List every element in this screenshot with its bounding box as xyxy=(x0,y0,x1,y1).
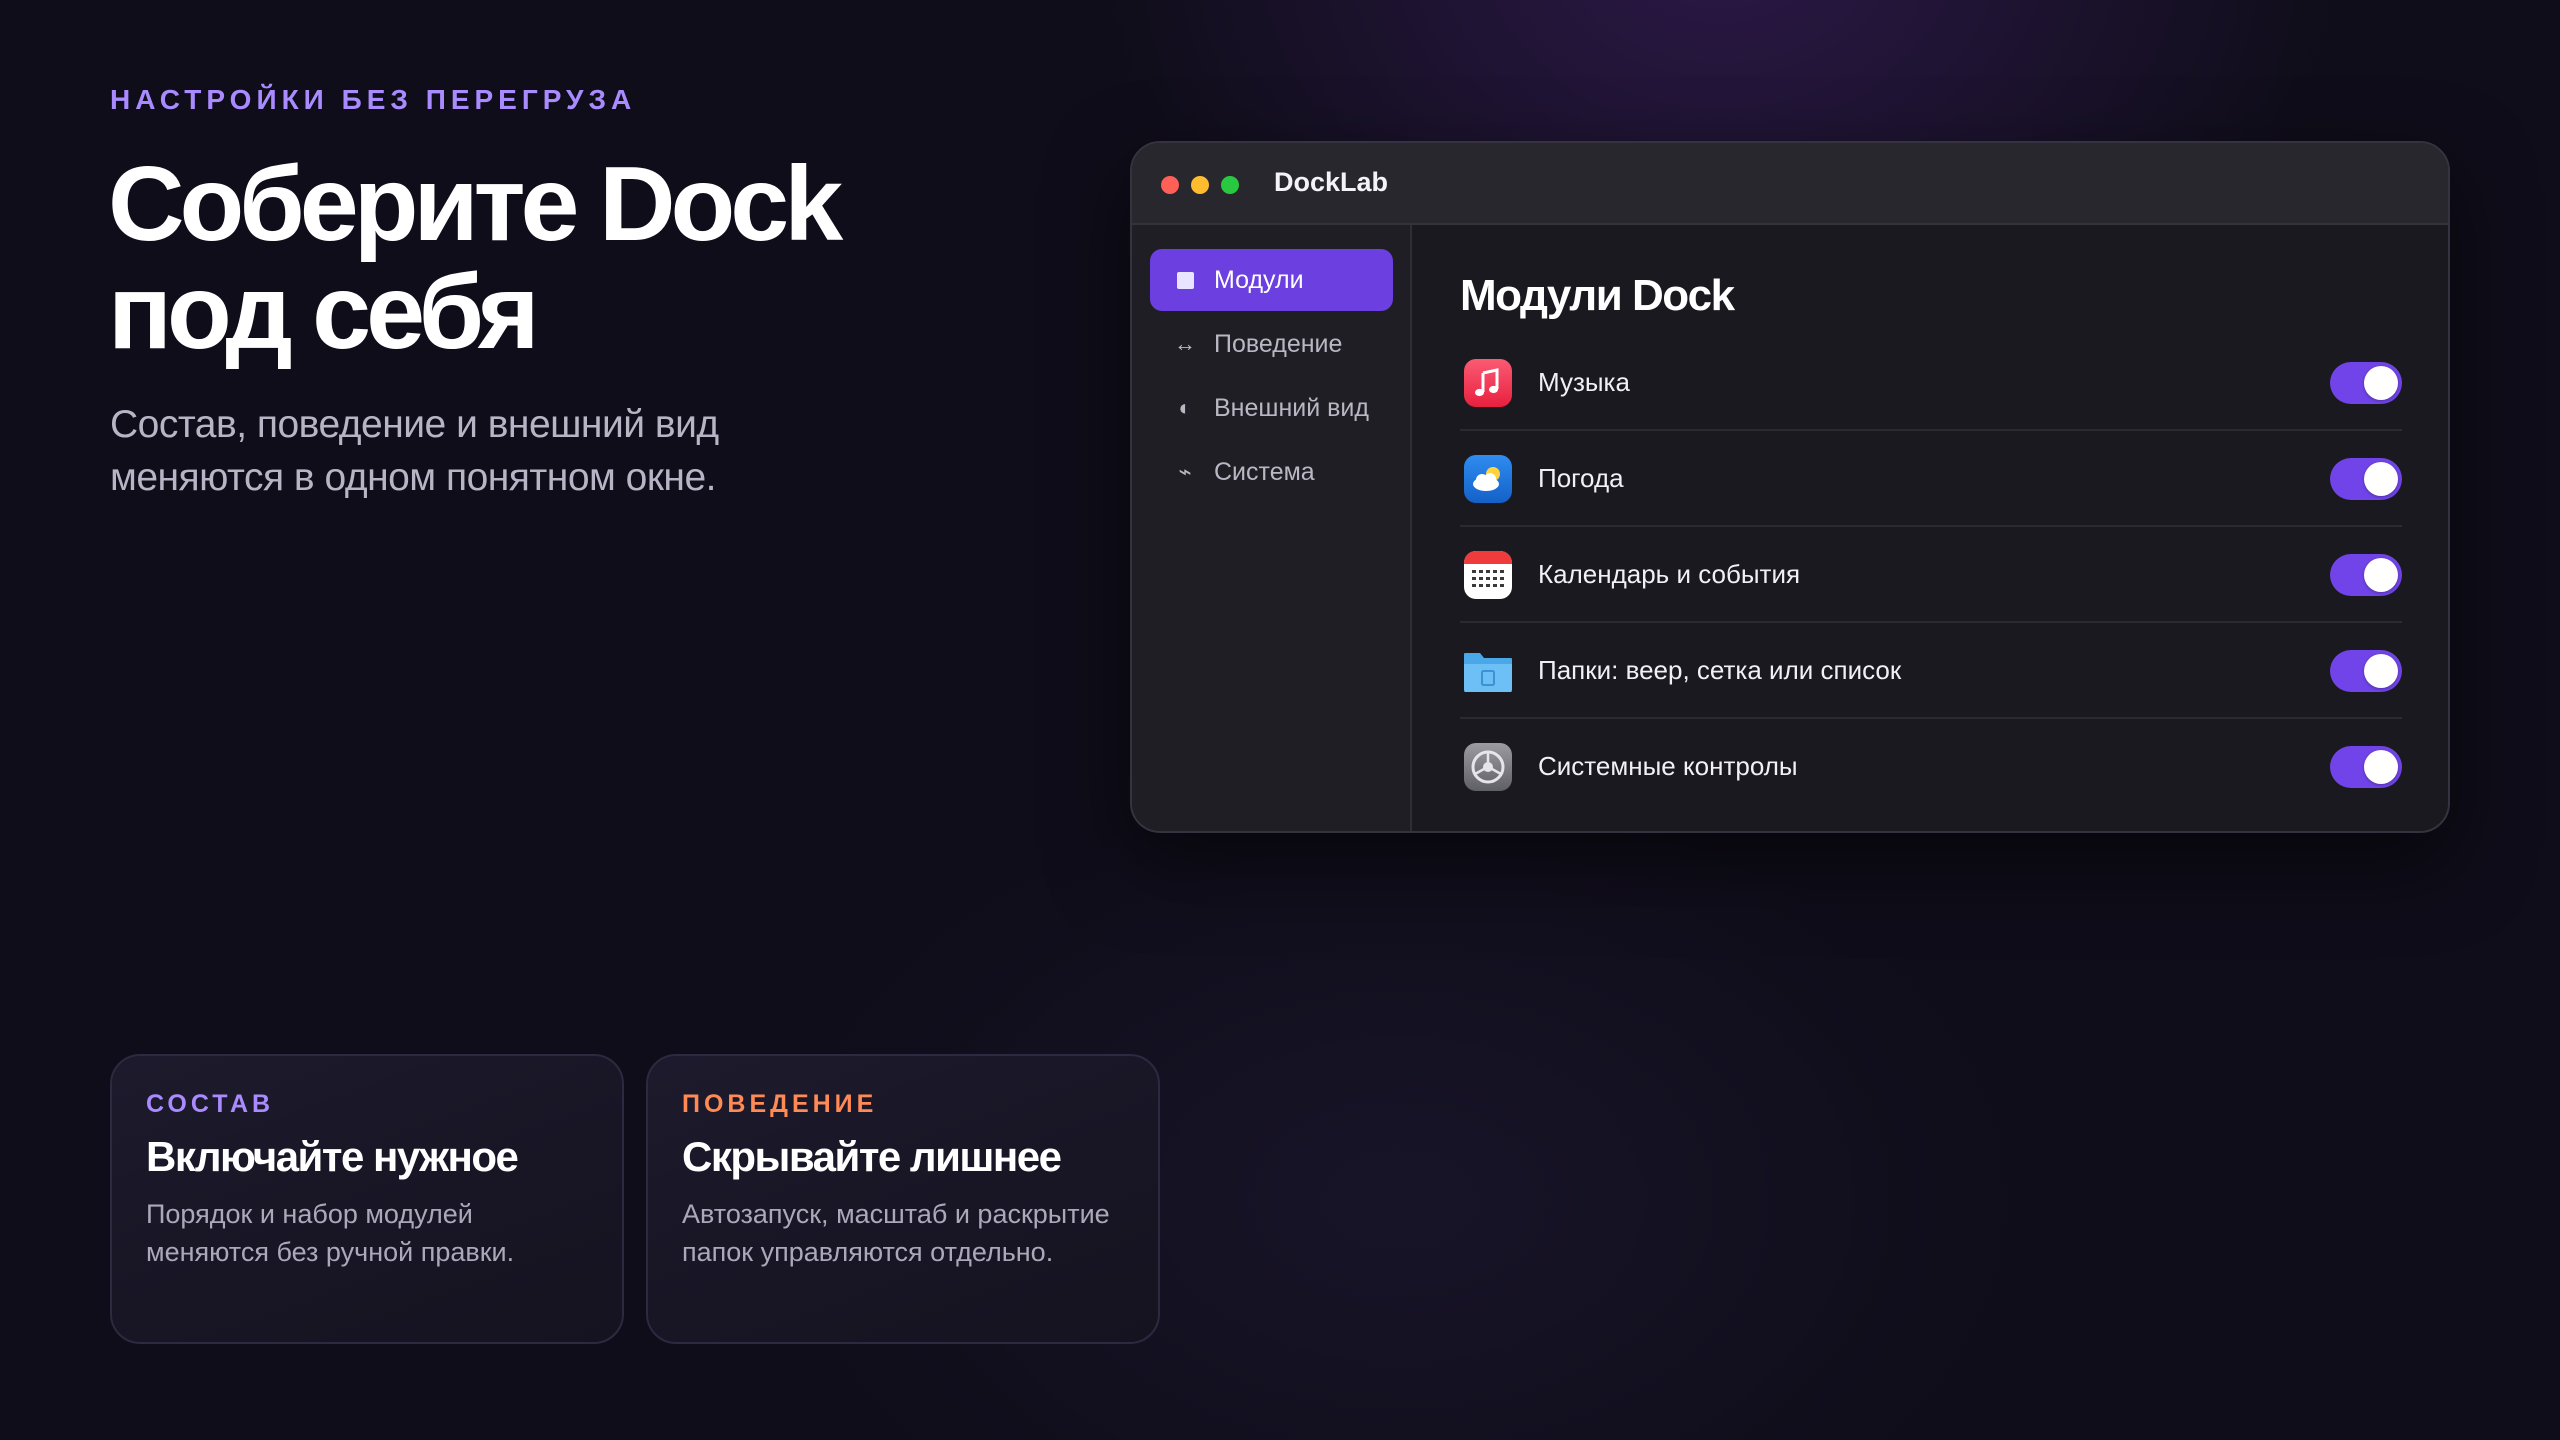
card-text: Порядок и набор модулей меняются без руч… xyxy=(146,1195,588,1271)
card-tag: СОСТАВ xyxy=(146,1090,275,1118)
sidebar-item-appearance[interactable]: ◐ Внешний вид xyxy=(1150,377,1393,439)
sidebar-item-label: Внешний вид xyxy=(1214,393,1369,422)
music-icon xyxy=(1464,359,1512,407)
folder-icon xyxy=(1464,647,1512,695)
app-window: DockLab Модули ↔ Поведение ◐ Внешний вид… xyxy=(1130,141,2450,833)
module-label: Музыка xyxy=(1538,367,1630,397)
card-title: Скрывайте лишнее xyxy=(682,1133,1062,1180)
module-label: Системные контролы xyxy=(1538,751,1798,781)
sidebar-item-label: Модули xyxy=(1214,265,1304,294)
toggle-knob xyxy=(2364,462,2398,496)
card-text: Автозапуск, масштаб и раскрытие папок уп… xyxy=(682,1195,1124,1271)
calendar-icon xyxy=(1464,551,1512,599)
feature-card-composition: СОСТАВ Включайте нужное Порядок и набор … xyxy=(110,1054,624,1344)
module-row-music: Музыка xyxy=(1460,335,2402,431)
toggle-knob xyxy=(2364,750,2398,784)
sidebar-item-label: Поведение xyxy=(1214,329,1343,358)
module-toggle-weather[interactable] xyxy=(2330,458,2402,500)
window-titlebar: DockLab xyxy=(1132,143,2448,225)
sidebar: Модули ↔ Поведение ◐ Внешний вид ⌁ Систе… xyxy=(1132,225,1412,831)
content-pane: Модули Dock Музыка Погода Календарь и со… xyxy=(1412,225,2448,831)
sidebar-item-system[interactable]: ⌁ Система xyxy=(1150,441,1393,503)
half-circle-icon: ◐ xyxy=(1178,395,1192,420)
module-label: Погода xyxy=(1538,463,1624,493)
sidebar-item-label: Система xyxy=(1214,457,1315,486)
square-icon xyxy=(1172,272,1198,289)
card-text-line-2: меняются без ручной правки. xyxy=(146,1237,515,1267)
feature-card-behavior: ПОВЕДЕНИЕ Скрывайте лишнее Автозапуск, м… xyxy=(646,1054,1160,1344)
card-tag: ПОВЕДЕНИЕ xyxy=(682,1090,878,1118)
arrows-horizontal-icon: ↔ xyxy=(1174,331,1196,356)
weather-icon xyxy=(1464,455,1512,503)
hero-title-line-1: Соберите Dock xyxy=(108,145,843,263)
toggle-knob xyxy=(2364,654,2398,688)
card-text-line-1: Автозапуск, масштаб и раскрытие xyxy=(682,1199,1110,1229)
module-toggle-calendar[interactable] xyxy=(2330,554,2402,596)
hero-subtitle-line-2: меняются в одном понятном окне. xyxy=(110,456,716,499)
module-toggle-music[interactable] xyxy=(2330,362,2402,404)
toggle-knob xyxy=(2364,366,2398,400)
hero-title-line-2: под себя xyxy=(108,253,540,371)
module-label: Календарь и события xyxy=(1538,559,1801,589)
minimize-button[interactable] xyxy=(1191,176,1209,194)
card-text-line-1: Порядок и набор модулей xyxy=(146,1199,473,1229)
close-button[interactable] xyxy=(1161,176,1179,194)
card-title: Включайте нужное xyxy=(146,1133,519,1180)
module-toggle-folders[interactable] xyxy=(2330,650,2402,692)
content-title: Модули Dock xyxy=(1460,271,1735,320)
hero-eyebrow: НАСТРОЙКИ БЕЗ ПЕРЕГРУЗА xyxy=(110,84,637,115)
zoom-button[interactable] xyxy=(1221,176,1239,194)
module-row-system-controls: Системные контролы xyxy=(1460,719,2402,815)
window-title: DockLab xyxy=(1274,167,1389,197)
hero-subtitle: Состав, поведение и внешний вид меняются… xyxy=(110,398,810,504)
module-label: Папки: веер, сетка или список xyxy=(1538,655,1902,685)
hero-title: Соберите Dock под себя xyxy=(108,150,1108,366)
sidebar-item-behavior[interactable]: ↔ Поведение xyxy=(1150,313,1393,375)
sidebar-item-modules[interactable]: Модули xyxy=(1150,249,1393,311)
hero-subtitle-line-1: Состав, поведение и внешний вид xyxy=(110,403,719,446)
module-row-weather: Погода xyxy=(1460,431,2402,527)
settings-icon xyxy=(1464,743,1512,791)
module-row-calendar: Календарь и события xyxy=(1460,527,2402,623)
toggle-knob xyxy=(2364,558,2398,592)
module-toggle-system-controls[interactable] xyxy=(2330,746,2402,788)
module-row-folders: Папки: веер, сетка или список xyxy=(1460,623,2402,719)
card-text-line-2: папок управляются отдельно. xyxy=(682,1237,1054,1267)
pulse-icon: ⌁ xyxy=(1178,459,1192,484)
